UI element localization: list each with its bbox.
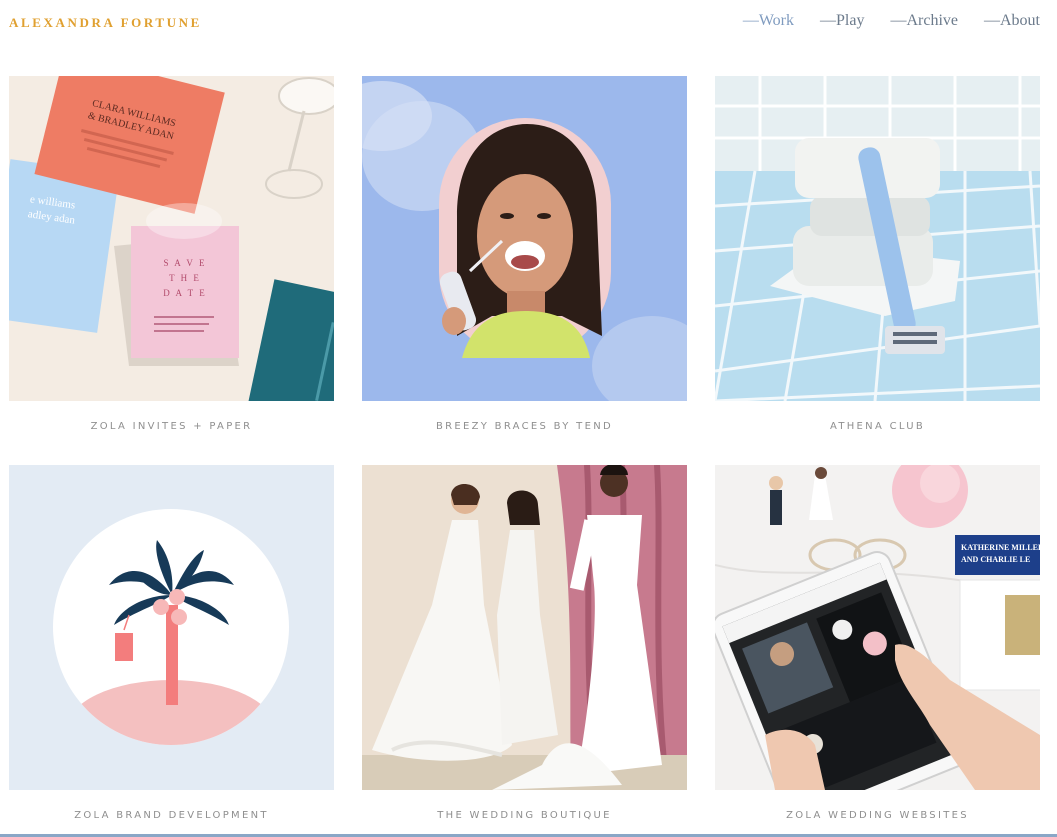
site-logo[interactable]: ALEXANDRA FORTUNE [9,15,202,31]
project-tile-breezy-braces[interactable] [362,76,687,401]
project-tile-wedding-boutique[interactable] [362,465,687,790]
site-header: ALEXANDRA FORTUNE —Work —Play —Archive —… [0,0,1057,50]
project-tile-zola-invites[interactable]: e williams adley adan CLARA WILLIAMS & B… [9,76,334,401]
project-tile-zola-brand[interactable] [9,465,334,790]
main-nav: —Work —Play —Archive —About [743,12,1040,30]
project-caption-breezy-braces[interactable]: BREEZY BRACES BY TEND [362,421,687,432]
nav-work[interactable]: —Work [743,12,794,30]
smiling-woman-portrait-photo [362,76,687,401]
save-text-2: T H E [169,273,201,283]
card-charlie: AND CHARLIE LE [961,555,1030,564]
save-text-3: D A T E [163,288,206,298]
wedding-invitation-photo: e williams adley adan CLARA WILLIAMS & B… [9,76,334,401]
project-caption-zola-websites[interactable]: ZOLA WEDDING WEBSITES [715,810,1040,821]
nav-play[interactable]: —Play [820,12,864,30]
project-tile-athena-club[interactable] [715,76,1040,401]
project-caption-wedding-boutique[interactable]: THE WEDDING BOUTIQUE [362,810,687,821]
wedding-dresses-photo [362,465,687,790]
project-tile-zola-websites[interactable]: KATHERINE MILLER AND CHARLIE LE [715,465,1040,790]
nav-about[interactable]: —About [984,12,1040,30]
project-caption-zola-brand[interactable]: ZOLA BRAND DEVELOPMENT [9,810,334,821]
project-caption-zola-invites[interactable]: ZOLA INVITES + PAPER [9,421,334,432]
tablet-wedding-website-photo: KATHERINE MILLER AND CHARLIE LE [715,465,1040,790]
palm-tree-illustration [9,465,334,790]
project-caption-athena-club[interactable]: ATHENA CLUB [715,421,1040,432]
save-text-1: S A V E [164,258,207,268]
portfolio-page: ALEXANDRA FORTUNE —Work —Play —Archive —… [0,0,1057,837]
razor-and-soap-photo [715,76,1040,401]
card-katherine: KATHERINE MILLER [961,543,1040,552]
nav-archive[interactable]: —Archive [890,12,958,30]
